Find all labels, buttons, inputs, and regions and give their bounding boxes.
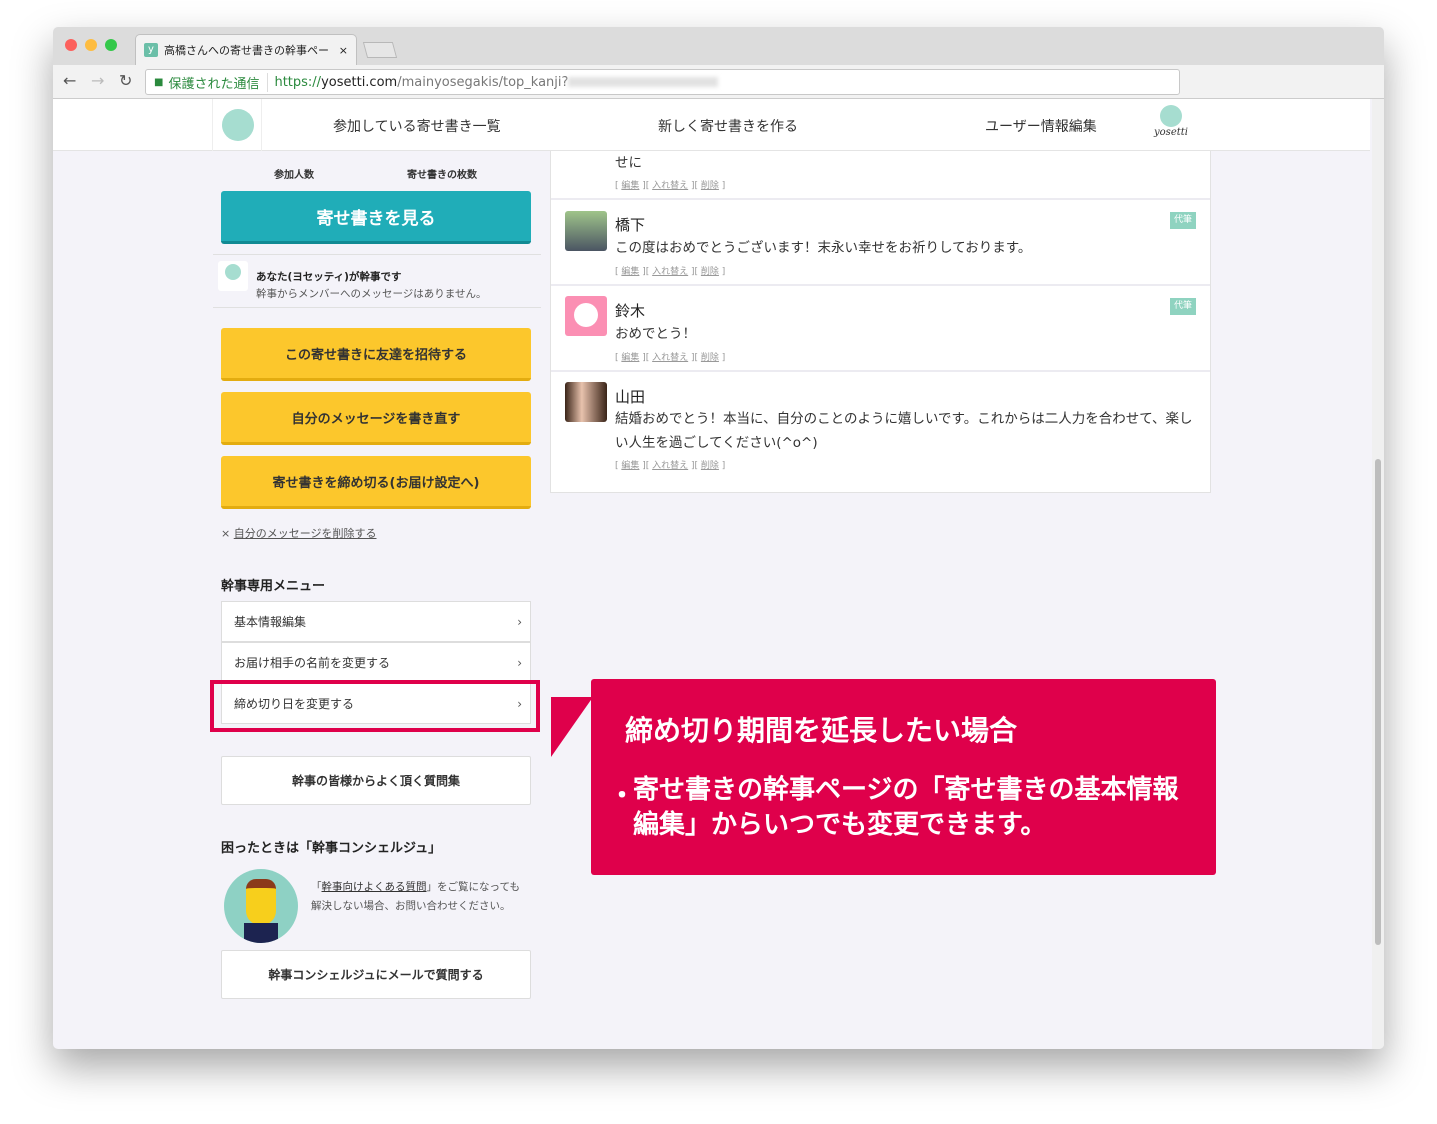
reload-icon[interactable]: ↻ xyxy=(119,71,132,90)
kanji-faq-link[interactable]: 幹事向けよくある質問 xyxy=(322,881,427,893)
stat-cards-label: 寄せ書きの枚数 xyxy=(407,166,477,181)
rewrite-message-button[interactable]: 自分のメッセージを書き直す xyxy=(221,392,531,445)
nav-joined-list[interactable]: 参加している寄せ書き一覧 xyxy=(333,116,501,136)
edit-link[interactable]: 編集 xyxy=(621,353,639,363)
address-bar[interactable]: ■ 保護された通信 https:// yosetti.com /mainyose… xyxy=(145,69,1180,95)
menu-change-recipient[interactable]: お届け相手の名前を変更する › xyxy=(221,642,531,683)
url-path: /mainyosegakis/top_kanji? xyxy=(397,75,568,90)
message-text: 結婚おめでとう！本当に、自分のことのように嬉しいです。これからは二人力を合わせて… xyxy=(615,407,1195,455)
tab-bar: y 高橋さんへの寄せ書きの幹事ペー × xyxy=(53,27,1384,65)
swap-link[interactable]: 入れ替え xyxy=(652,461,688,471)
message-text: おめでとう！ xyxy=(615,322,1195,346)
new-tab-button[interactable] xyxy=(363,42,397,58)
scrollbar[interactable] xyxy=(1372,99,1384,1049)
swap-link[interactable]: 入れ替え xyxy=(652,181,688,191)
menu-label: お届け相手の名前を変更する xyxy=(234,654,390,671)
url-host: yosetti.com xyxy=(321,75,397,90)
message-author: 橋下 xyxy=(615,214,645,235)
message-links: [ 編集 ][ 入れ替え ][ 削除 ] xyxy=(615,350,725,363)
yosetti-logo[interactable]: yosetti xyxy=(1151,105,1191,138)
annotation-callout: 締め切り期間を延長したい場合 ・ 寄せ書きの幹事ページの「寄せ書きの基本情報編集… xyxy=(591,679,1216,875)
quote-open: 「 xyxy=(311,881,322,893)
concierge-illustration xyxy=(224,869,298,943)
invite-friends-button[interactable]: この寄せ書きに友達を招待する xyxy=(221,328,531,381)
back-icon[interactable]: ← xyxy=(63,71,76,90)
logo-text: yosetti xyxy=(1151,127,1191,138)
delete-link[interactable]: 削除 xyxy=(701,353,719,363)
forward-icon[interactable]: → xyxy=(91,71,104,90)
message-author: 鈴木 xyxy=(615,300,645,321)
notice-text: 幹事からメンバーへのメッセージはありません。 xyxy=(256,286,486,301)
favicon-icon: y xyxy=(144,43,158,57)
proxy-badge: 代筆 xyxy=(1170,212,1196,229)
avatar[interactable] xyxy=(565,382,607,422)
swap-link[interactable]: 入れ替え xyxy=(652,267,688,277)
page-content: 参加している寄せ書き一覧 新しく寄せ書きを作る ユーザー情報編集 yosetti… xyxy=(53,99,1384,1049)
delete-link[interactable]: 削除 xyxy=(701,267,719,277)
close-window-button[interactable] xyxy=(65,39,77,51)
delete-message-link[interactable]: 自分のメッセージを削除する xyxy=(234,527,377,540)
home-logo[interactable] xyxy=(212,99,262,151)
browser-window: y 高橋さんへの寄せ書きの幹事ペー × ← → ↻ ■ 保護された通信 http… xyxy=(53,27,1384,1049)
chevron-right-icon: › xyxy=(517,615,522,629)
highlight-box xyxy=(210,680,540,732)
edit-link[interactable]: 編集 xyxy=(621,461,639,471)
message-text: せに xyxy=(615,151,1195,175)
blurred-url-query xyxy=(568,77,718,87)
concierge-mail-button[interactable]: 幹事コンシェルジュにメールで質問する xyxy=(221,950,531,999)
delete-message-row: × 自分のメッセージを削除する xyxy=(221,525,377,541)
callout-title: 締め切り期間を延長したい場合 xyxy=(625,709,1017,749)
concierge-title: 困ったときは「幹事コンシェルジュ」 xyxy=(221,837,441,856)
stat-participants-label: 参加人数 xyxy=(274,166,314,181)
logo-icon xyxy=(222,109,254,141)
message-item: 鈴木 おめでとう！ 代筆 [ 編集 ][ 入れ替え ][ 削除 ] xyxy=(551,286,1210,372)
browser-toolbar: ← → ↻ ■ 保護された通信 https:// yosetti.com /ma… xyxy=(53,65,1384,99)
callout-pointer xyxy=(551,697,593,757)
kanji-menu-title: 幹事専用メニュー xyxy=(221,575,325,594)
yosetti-avatar xyxy=(218,261,248,291)
message-text: この度はおめでとうございます！末永い幸せをお祈りしております。 xyxy=(615,236,1195,260)
message-author: 山田 xyxy=(615,386,645,407)
swap-link[interactable]: 入れ替え xyxy=(652,353,688,363)
scrollbar-thumb[interactable] xyxy=(1375,459,1381,945)
edit-link[interactable]: 編集 xyxy=(621,181,639,191)
close-yosegaki-button[interactable]: 寄せ書きを締め切る(お届け設定へ) xyxy=(221,456,531,509)
notice-title: あなた(ヨセッティ)が幹事です xyxy=(256,269,401,284)
menu-label: 基本情報編集 xyxy=(234,613,306,630)
message-links: [ 編集 ][ 入れ替え ][ 削除 ] xyxy=(615,178,725,191)
maximize-window-button[interactable] xyxy=(105,39,117,51)
chevron-right-icon: › xyxy=(517,656,522,670)
site-header: 参加している寄せ書き一覧 新しく寄せ書きを作る ユーザー情報編集 yosetti xyxy=(53,99,1370,151)
message-links: [ 編集 ][ 入れ替え ][ 削除 ] xyxy=(615,264,725,277)
lock-icon: ■ xyxy=(154,77,163,88)
nav-create-new[interactable]: 新しく寄せ書きを作る xyxy=(658,116,798,136)
callout-text: 寄せ書きの幹事ページの「寄せ書きの基本情報編集」からいつでも変更できます。 xyxy=(633,773,1193,843)
bullet-icon: ・ xyxy=(609,775,635,812)
delete-x-icon: × xyxy=(221,527,230,540)
message-item: 橋下 この度はおめでとうございます！末永い幸せをお祈りしております。 代筆 [ … xyxy=(551,200,1210,286)
tab-title: 高橋さんへの寄せ書きの幹事ペー xyxy=(164,42,333,58)
message-list: せに [ 編集 ][ 入れ替え ][ 削除 ] 橋下 この度はおめでとうございま… xyxy=(550,151,1211,493)
logo-icon xyxy=(1160,105,1182,127)
message-links: [ 編集 ][ 入れ替え ][ 削除 ] xyxy=(615,458,725,471)
message-item: 山田 結婚おめでとう！本当に、自分のことのように嬉しいです。これからは二人力を合… xyxy=(551,372,1210,493)
faq-button[interactable]: 幹事の皆様からよく頂く質問集 xyxy=(221,756,531,805)
browser-tab[interactable]: y 高橋さんへの寄せ書きの幹事ペー × xyxy=(135,34,357,65)
nav-user-edit[interactable]: ユーザー情報編集 xyxy=(985,116,1097,136)
avatar[interactable] xyxy=(565,296,607,336)
secure-label: 保護された通信 xyxy=(168,73,268,92)
view-yosegaki-button[interactable]: 寄せ書きを見る xyxy=(221,191,531,244)
avatar[interactable] xyxy=(565,211,607,251)
delete-link[interactable]: 削除 xyxy=(701,461,719,471)
edit-link[interactable]: 編集 xyxy=(621,267,639,277)
delete-link[interactable]: 削除 xyxy=(701,181,719,191)
message-item: せに [ 編集 ][ 入れ替え ][ 削除 ] xyxy=(551,151,1210,200)
menu-basic-info[interactable]: 基本情報編集 › xyxy=(221,601,531,642)
url-scheme: https:// xyxy=(274,75,321,90)
concierge-text: 「幹事向けよくある質問」をご覧になっても解決しない場合、お問い合わせください。 xyxy=(311,878,529,916)
kanji-notice: あなた(ヨセッティ)が幹事です 幹事からメンバーへのメッセージはありません。 xyxy=(213,254,541,308)
proxy-badge: 代筆 xyxy=(1170,298,1196,315)
close-tab-icon[interactable]: × xyxy=(339,44,356,57)
minimize-window-button[interactable] xyxy=(85,39,97,51)
